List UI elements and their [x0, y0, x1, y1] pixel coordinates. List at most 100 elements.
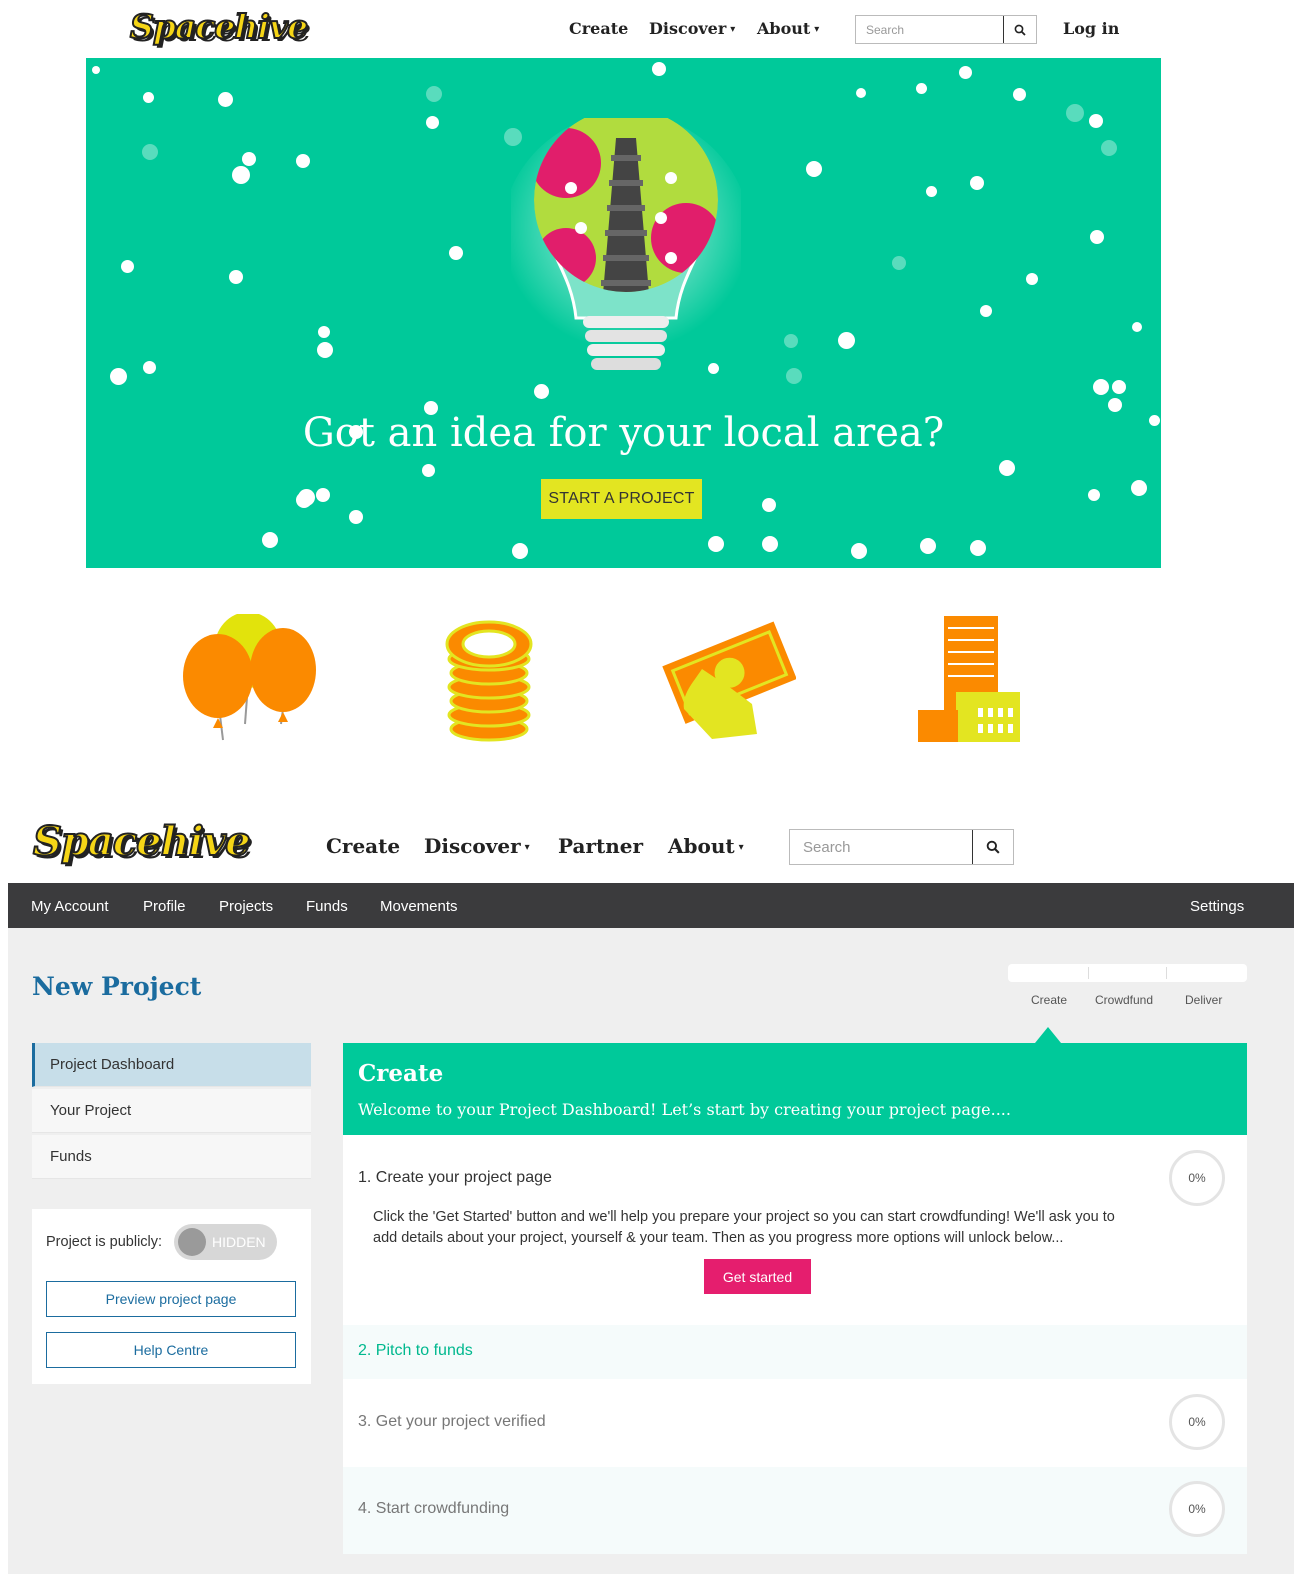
decor-dot [856, 88, 866, 98]
subnav-settings[interactable]: Settings [1190, 898, 1244, 915]
decor-dot [1090, 230, 1104, 244]
toggle-label: HIDDEN [212, 1234, 266, 1250]
step-title: 2. Pitch to funds [358, 1342, 473, 1359]
decor-dot [970, 540, 986, 556]
progress-circle: 0% [1169, 1150, 1225, 1206]
banknote-hand-icon [662, 621, 796, 739]
create-panel-header: Create Welcome to your Project Dashboard… [343, 1043, 1247, 1135]
panel-subtitle: Welcome to your Project Dashboard! Let’s… [358, 1100, 1011, 1119]
decor-dot [999, 460, 1015, 476]
publicity-panel: Project is publicly: HIDDEN Preview proj… [32, 1209, 311, 1384]
decor-dot [426, 86, 442, 102]
decor-dot [318, 326, 330, 338]
progress-circle: 0% [1169, 1481, 1225, 1537]
step-title: 4. Start crowdfunding [358, 1500, 510, 1517]
nav-create[interactable]: Create [569, 21, 628, 37]
nav-discover[interactable]: Discover ▾ [424, 836, 530, 856]
decor-dot [652, 62, 666, 76]
balloons-icon [183, 614, 316, 741]
nav-about-label: About [757, 19, 811, 38]
decor-dot [296, 154, 310, 168]
stage-deliver: Deliver [1185, 993, 1223, 1007]
lightbulb-icon [511, 118, 741, 370]
nav-about[interactable]: About ▾ [668, 836, 744, 856]
subnav-my-account[interactable]: My Account [31, 898, 109, 915]
step-title: 1. Create your project page [358, 1169, 552, 1186]
active-stage-pointer [1035, 1027, 1061, 1043]
subnav-projects[interactable]: Projects [219, 898, 273, 915]
login-link[interactable]: Log in [1063, 21, 1119, 37]
decor-dot [262, 532, 278, 548]
decor-dot [426, 116, 439, 129]
sidebar-item-your-project[interactable]: Your Project [32, 1089, 311, 1133]
nav-discover-label: Discover [649, 19, 727, 38]
subnav-funds[interactable]: Funds [306, 898, 348, 915]
decor-dot [1066, 104, 1084, 122]
stage-create: Create [1031, 993, 1068, 1007]
decor-dot [317, 342, 333, 358]
publicity-label: Project is publicly: [46, 1234, 163, 1250]
decor-dot [121, 260, 134, 273]
panel-title: Create [358, 1060, 444, 1087]
search-button[interactable] [972, 830, 1013, 864]
subnav-profile[interactable]: Profile [143, 898, 186, 915]
chevron-down-icon: ▾ [738, 841, 744, 853]
get-started-button[interactable]: Get started [704, 1259, 811, 1294]
stage-crowdfund: Crowdfund [1095, 993, 1154, 1007]
decor-dot [806, 161, 822, 177]
nav-create[interactable]: Create [326, 836, 400, 856]
decor-dot [1112, 380, 1126, 394]
decor-dot [762, 498, 776, 512]
help-centre-button[interactable]: Help Centre [46, 1332, 296, 1368]
step-create-page: 1. Create your project page 0% Click the… [343, 1135, 1247, 1325]
preview-project-button[interactable]: Preview project page [46, 1281, 296, 1317]
decor-dot [892, 256, 906, 270]
search-button[interactable] [1003, 16, 1036, 43]
nav-discover-label: Discover [424, 834, 521, 858]
stage-divider [1088, 967, 1089, 979]
nav-about[interactable]: About ▾ [757, 21, 819, 37]
decor-dot [298, 489, 315, 506]
sidebar-item-funds[interactable]: Funds [32, 1135, 311, 1179]
nav-partner[interactable]: Partner [558, 836, 643, 856]
decor-dot [512, 543, 528, 559]
decor-dot [980, 305, 992, 317]
decor-dot [242, 152, 256, 166]
chevron-down-icon: ▾ [814, 23, 820, 35]
logo[interactable]: Spacehive [32, 821, 252, 863]
chevron-down-icon: ▾ [730, 23, 736, 35]
hero-title: Got an idea for your local area? [302, 410, 945, 456]
step-title: 3. Get your project verified [358, 1413, 546, 1430]
subnav-movements[interactable]: Movements [380, 898, 458, 915]
nav-create-label: Create [569, 19, 629, 38]
chevron-down-icon: ▾ [524, 841, 530, 853]
step-pitch-to-funds[interactable]: 2. Pitch to funds [343, 1325, 1247, 1379]
decor-dot [786, 368, 802, 384]
decor-dot [959, 66, 972, 79]
sidebar-item-project-dashboard[interactable]: Project Dashboard [32, 1043, 311, 1087]
search-input[interactable]: Search [856, 16, 1003, 43]
decor-dot [1089, 114, 1103, 128]
stage-divider [1166, 967, 1167, 979]
nav-discover[interactable]: Discover ▾ [649, 21, 735, 37]
page-title: New Project [32, 972, 202, 1001]
decor-dot [1026, 273, 1038, 285]
visibility-toggle[interactable]: HIDDEN [174, 1224, 277, 1260]
decor-dot [349, 510, 363, 524]
search-icon [1014, 24, 1026, 36]
decor-dot [142, 144, 158, 160]
decor-dot [449, 246, 463, 260]
decor-dot [1013, 88, 1026, 101]
hero-banner: Got an idea for your local area? START A… [86, 58, 1161, 568]
decor-dot [762, 536, 778, 552]
toggle-knob [178, 1228, 206, 1256]
search-input[interactable]: Search [790, 830, 972, 864]
decor-dot [229, 270, 243, 284]
start-project-button[interactable]: START A PROJECT [541, 479, 702, 519]
decor-dot [1131, 480, 1147, 496]
logo[interactable]: Spacehive [129, 9, 309, 44]
decor-dot [218, 92, 233, 107]
step-description: Click the 'Get Started' button and we'll… [373, 1209, 1115, 1246]
search-box: Search [855, 15, 1037, 44]
decor-dot [1093, 379, 1109, 395]
